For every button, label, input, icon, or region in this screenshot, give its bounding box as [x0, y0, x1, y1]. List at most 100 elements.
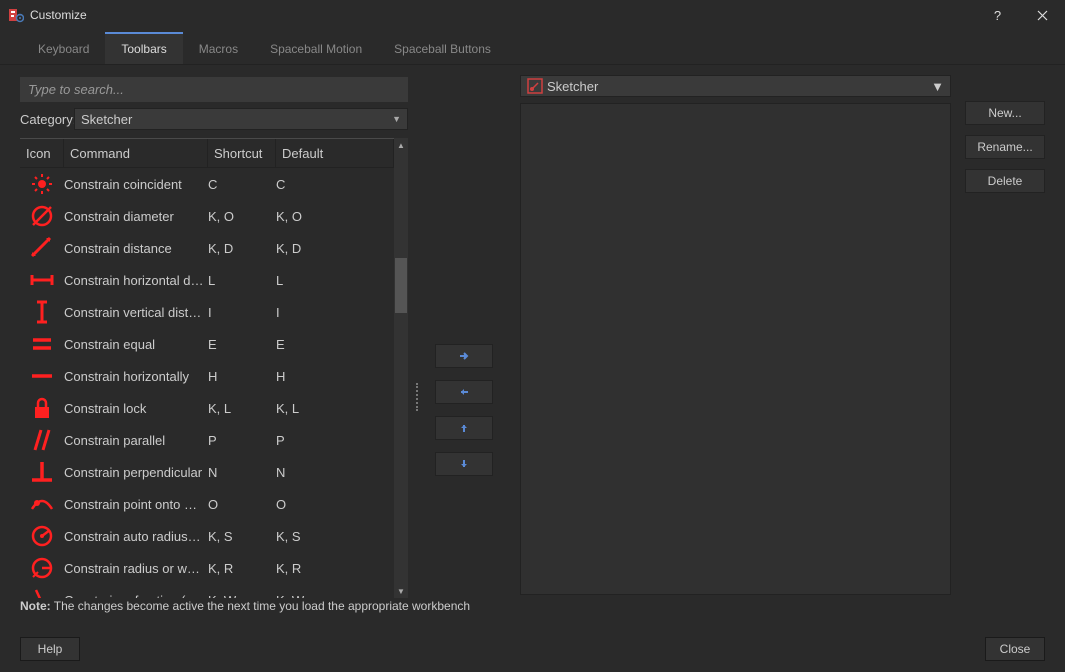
- table-row[interactable]: Constrain distanceK, DK, D: [20, 232, 394, 264]
- command-cell: Constrain horizontal dist...: [64, 273, 208, 288]
- shortcut-cell: E: [208, 337, 276, 352]
- constraint-icon: [20, 299, 64, 325]
- command-cell: Constrain refraction (Sn...: [64, 593, 208, 599]
- constraint-icon: [20, 427, 64, 453]
- command-cell: Constrain coincident: [64, 177, 208, 192]
- table-row[interactable]: Constrain horizontal dist...LL: [20, 264, 394, 296]
- move-up-button[interactable]: [435, 416, 493, 440]
- shortcut-cell: C: [208, 177, 276, 192]
- command-cell: Constrain parallel: [64, 433, 208, 448]
- default-cell: L: [276, 273, 394, 288]
- rename-button[interactable]: Rename...: [965, 135, 1045, 159]
- command-cell: Constrain vertical distance: [64, 305, 208, 320]
- shortcut-cell: H: [208, 369, 276, 384]
- constraint-icon: [20, 555, 64, 581]
- shortcut-cell: L: [208, 273, 276, 288]
- scroll-down-icon[interactable]: ▼: [394, 584, 408, 598]
- shortcut-cell: N: [208, 465, 276, 480]
- scroll-thumb[interactable]: [395, 258, 407, 313]
- default-cell: K, S: [276, 529, 394, 544]
- table-row[interactable]: Constrain parallelPP: [20, 424, 394, 456]
- default-cell: K, R: [276, 561, 394, 576]
- table-row[interactable]: Constrain point onto ob...OO: [20, 488, 394, 520]
- toolbar-items-list[interactable]: [520, 103, 951, 595]
- col-shortcut[interactable]: Shortcut: [208, 139, 276, 167]
- table-row[interactable]: Constrain auto radius/di...K, SK, S: [20, 520, 394, 552]
- close-button[interactable]: Close: [985, 637, 1045, 661]
- command-cell: Constrain auto radius/di...: [64, 529, 208, 544]
- move-down-button[interactable]: [435, 452, 493, 476]
- col-command[interactable]: Command: [64, 139, 208, 167]
- shortcut-cell: K, D: [208, 241, 276, 256]
- help-button[interactable]: ?: [975, 0, 1020, 30]
- constraint-icon: [20, 587, 64, 598]
- delete-button[interactable]: Delete: [965, 169, 1045, 193]
- shortcut-cell: K, L: [208, 401, 276, 416]
- default-cell: H: [276, 369, 394, 384]
- default-cell: P: [276, 433, 394, 448]
- table-row[interactable]: Constrain equalEE: [20, 328, 394, 360]
- table-row[interactable]: Constrain radius or weightK, RK, R: [20, 552, 394, 584]
- tab-spaceball-buttons[interactable]: Spaceball Buttons: [378, 34, 507, 64]
- table-row[interactable]: Constrain horizontallyHH: [20, 360, 394, 392]
- table-row[interactable]: Constrain vertical distanceII: [20, 296, 394, 328]
- tab-bar: Keyboard Toolbars Macros Spaceball Motio…: [0, 30, 1065, 65]
- shortcut-cell: I: [208, 305, 276, 320]
- default-cell: N: [276, 465, 394, 480]
- command-cell: Constrain point onto ob...: [64, 497, 208, 512]
- search-input[interactable]: [20, 77, 408, 102]
- tab-toolbars[interactable]: Toolbars: [105, 34, 182, 64]
- scroll-up-icon[interactable]: ▲: [394, 138, 408, 152]
- default-cell: K, O: [276, 209, 394, 224]
- chevron-down-icon: ▼: [392, 114, 401, 124]
- shortcut-cell: K, S: [208, 529, 276, 544]
- col-icon[interactable]: Icon: [20, 139, 64, 167]
- table-row[interactable]: Constrain refraction (Sn...K, WK, W: [20, 584, 394, 598]
- default-cell: K, L: [276, 401, 394, 416]
- table-row[interactable]: Constrain coincidentCC: [20, 168, 394, 200]
- category-select[interactable]: Sketcher ▼: [74, 108, 408, 130]
- table-row[interactable]: Constrain perpendicularNN: [20, 456, 394, 488]
- toolbar-select-value: Sketcher: [547, 79, 931, 94]
- command-cell: Constrain perpendicular: [64, 465, 208, 480]
- window-title: Customize: [30, 8, 975, 22]
- new-button[interactable]: New...: [965, 101, 1045, 125]
- shortcut-cell: K, R: [208, 561, 276, 576]
- command-cell: Constrain distance: [64, 241, 208, 256]
- constraint-icon: [20, 171, 64, 197]
- command-cell: Constrain diameter: [64, 209, 208, 224]
- close-window-button[interactable]: [1020, 0, 1065, 30]
- command-table: Icon Command Shortcut Default Constrain …: [20, 138, 394, 598]
- toolbar-select[interactable]: Sketcher ▼: [520, 75, 951, 97]
- default-cell: K, W: [276, 593, 394, 599]
- category-value: Sketcher: [81, 112, 132, 127]
- constraint-icon: [20, 491, 64, 517]
- scrollbar[interactable]: ▲ ▼: [394, 138, 408, 598]
- tab-spaceball-motion[interactable]: Spaceball Motion: [254, 34, 378, 64]
- default-cell: C: [276, 177, 394, 192]
- constraint-icon: [20, 523, 64, 549]
- table-row[interactable]: Constrain diameterK, OK, O: [20, 200, 394, 232]
- help-button[interactable]: Help: [20, 637, 80, 661]
- constraint-icon: [20, 267, 64, 293]
- move-right-button[interactable]: [435, 344, 493, 368]
- constraint-icon: [20, 395, 64, 421]
- command-cell: Constrain radius or weight: [64, 561, 208, 576]
- tab-keyboard[interactable]: Keyboard: [22, 34, 105, 64]
- constraint-icon: [20, 331, 64, 357]
- col-default[interactable]: Default: [276, 139, 394, 167]
- default-cell: E: [276, 337, 394, 352]
- tab-macros[interactable]: Macros: [183, 34, 254, 64]
- chevron-down-icon: ▼: [931, 79, 944, 94]
- constraint-icon: [20, 459, 64, 485]
- command-cell: Constrain lock: [64, 401, 208, 416]
- sketcher-icon: [527, 78, 543, 94]
- default-cell: O: [276, 497, 394, 512]
- command-cell: Constrain horizontally: [64, 369, 208, 384]
- move-left-button[interactable]: [435, 380, 493, 404]
- constraint-icon: [20, 363, 64, 389]
- table-row[interactable]: Constrain lockK, LK, L: [20, 392, 394, 424]
- app-icon: [8, 7, 24, 23]
- default-cell: K, D: [276, 241, 394, 256]
- shortcut-cell: O: [208, 497, 276, 512]
